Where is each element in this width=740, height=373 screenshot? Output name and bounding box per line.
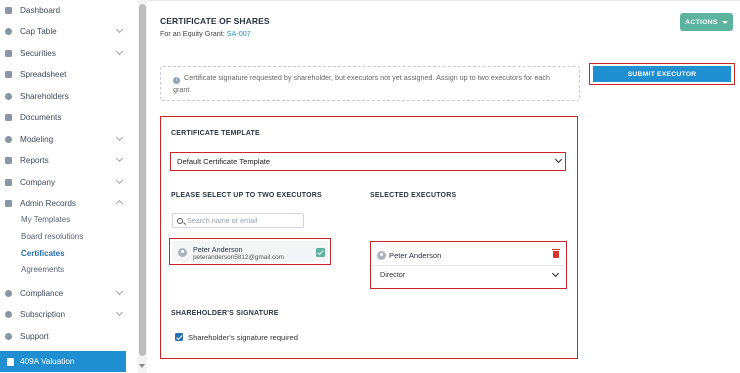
- sidebar-item-admin-records[interactable]: Admin Records: [0, 193, 130, 213]
- candidate-name: Peter Anderson: [193, 245, 243, 254]
- template-section-label: CERTIFICATE TEMPLATE: [171, 130, 260, 137]
- page-title: CERTIFICATE OF SHARES: [160, 16, 270, 26]
- sidebar-item-label: 409A Valuation: [20, 357, 75, 366]
- chevron-down-icon: [115, 154, 124, 163]
- signature-section-label: SHAREHOLDER'S SIGNATURE: [171, 310, 279, 317]
- avatar-icon: [178, 248, 187, 257]
- top-divider: [148, 0, 740, 1]
- executor-search-input[interactable]: Search name or email: [172, 213, 304, 228]
- building-icon: [5, 178, 12, 186]
- sidebar-item-label: Support: [20, 331, 49, 341]
- sidebar-subitem-certificates[interactable]: Certificates: [21, 249, 65, 258]
- sidebar-item-subscription[interactable]: Subscription: [0, 304, 130, 324]
- candidate-email: peteranderson5812@gmail.com: [193, 254, 285, 261]
- submit-executor-button[interactable]: SUBMIT EXECUTOR: [593, 66, 731, 82]
- app-root: Dashboard Cap Table Securities Spreadshe…: [0, 0, 740, 373]
- sidebar-item-label: Securities: [20, 48, 56, 58]
- executor-role-select[interactable]: Director: [380, 270, 405, 279]
- sidebar-item-compliance[interactable]: Compliance: [0, 283, 130, 303]
- chevron-down-icon: [115, 176, 124, 185]
- sidebar-scrollbar-thumb[interactable]: [139, 4, 146, 356]
- avatar-icon: [377, 251, 386, 260]
- sidebar-item-support[interactable]: Support: [0, 326, 130, 346]
- user-icon: [5, 92, 12, 100]
- sidebar-subitem-board-resolutions[interactable]: Board resolutions: [21, 232, 83, 241]
- notice-text: Certificate signature requested by share…: [173, 73, 550, 94]
- chevron-down-icon: [115, 308, 124, 317]
- selected-executors-label: SELECTED EXECUTORS: [370, 192, 457, 199]
- headset-icon: [5, 332, 12, 340]
- divider: [373, 265, 564, 266]
- grant-link[interactable]: SA-007: [227, 29, 251, 38]
- sidebar-item-cap-table[interactable]: Cap Table: [0, 21, 130, 41]
- sidebar-item-dashboard[interactable]: Dashboard: [0, 0, 130, 20]
- sidebar-item-label: Documents: [20, 112, 62, 122]
- page-subtitle: For an Equity Grant: SA-007: [160, 29, 251, 38]
- sidebar-item-label: Admin Records: [20, 198, 76, 208]
- settings-icon: [5, 310, 12, 318]
- signature-required-checkbox[interactable]: [175, 333, 183, 341]
- sidebar-item-reports[interactable]: Reports: [0, 150, 130, 170]
- executor-notice: i Certificate signature requested by sha…: [160, 66, 580, 101]
- sidebar-item-modeling[interactable]: Modeling: [0, 129, 130, 149]
- dashboard-icon: [5, 6, 12, 14]
- chevron-down-icon: [115, 133, 124, 142]
- sidebar-item-label: Modeling: [20, 134, 54, 144]
- search-placeholder: Search name or email: [187, 216, 258, 225]
- sidebar-item-label: Spreadsheet: [20, 69, 67, 79]
- sidebar-item-company[interactable]: Company: [0, 172, 130, 192]
- sidebar-item-label: Reports: [20, 155, 49, 165]
- caret-down-icon: [721, 20, 728, 24]
- trash-icon[interactable]: [552, 249, 560, 258]
- template-select-value: Default Certificate Template: [177, 157, 271, 166]
- subtitle-prefix: For an Equity Grant:: [160, 29, 225, 38]
- clipboard-icon: [5, 49, 12, 57]
- selected-executor-name: Peter Anderson: [389, 251, 442, 260]
- sidebar: Dashboard Cap Table Securities Spreadshe…: [0, 0, 138, 373]
- select-executors-label: PLEASE SELECT UP TO TWO EXECUTORS: [171, 192, 322, 199]
- sidebar-item-shareholders[interactable]: Shareholders: [0, 86, 130, 106]
- info-icon: i: [173, 76, 180, 84]
- chevron-down-icon: [115, 47, 124, 56]
- sidebar-item-label: Company: [20, 177, 56, 187]
- candidate-checkbox[interactable]: [316, 248, 325, 257]
- sidebar-item-securities[interactable]: Securities: [0, 43, 130, 63]
- sidebar-item-label: Cap Table: [20, 26, 57, 36]
- pie-chart-icon: [5, 27, 12, 35]
- chevron-down-icon: [115, 25, 124, 34]
- sidebar-item-409a-valuation[interactable]: 409A Valuation: [0, 351, 126, 372]
- lightbulb-icon: [5, 135, 12, 143]
- document-icon: [5, 113, 12, 121]
- sidebar-item-label: Shareholders: [20, 91, 69, 101]
- certificate-template-select[interactable]: Default Certificate Template: [173, 154, 563, 169]
- search-icon: [177, 217, 183, 224]
- document-icon: [7, 357, 14, 366]
- spreadsheet-icon: [5, 70, 12, 78]
- report-icon: [5, 156, 12, 164]
- chevron-up-icon: [115, 199, 124, 208]
- shield-icon: [5, 289, 12, 297]
- sidebar-item-label: Subscription: [20, 309, 66, 319]
- sidebar-item-label: Dashboard: [20, 5, 61, 15]
- scroll-down-arrow-icon[interactable]: [139, 364, 145, 368]
- actions-dropdown-button[interactable]: ACTIONS: [680, 13, 733, 31]
- folder-icon: [5, 199, 12, 207]
- chevron-down-icon: [115, 287, 124, 296]
- sidebar-subitem-agreements[interactable]: Agreements: [21, 265, 64, 274]
- sidebar-subitem-my-templates[interactable]: My Templates: [21, 215, 70, 224]
- sidebar-item-label: Compliance: [20, 288, 64, 298]
- actions-label: ACTIONS: [685, 18, 718, 26]
- signature-checkbox-label: Shareholder's signature required: [188, 333, 298, 342]
- sidebar-item-documents[interactable]: Documents: [0, 107, 130, 127]
- sidebar-item-spreadsheet[interactable]: Spreadsheet: [0, 64, 130, 84]
